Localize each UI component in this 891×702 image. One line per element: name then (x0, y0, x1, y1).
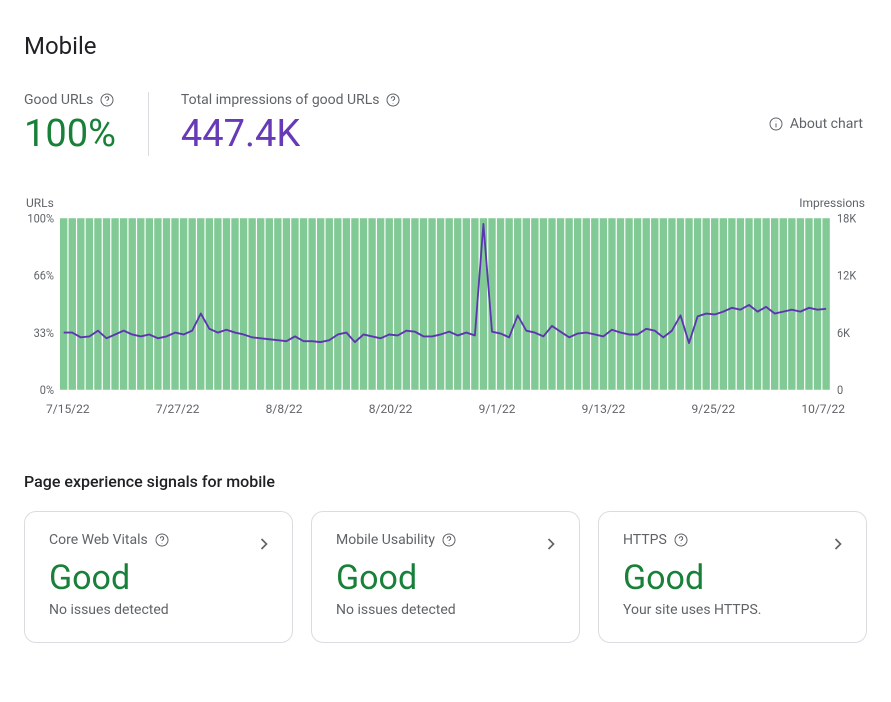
metric-good-urls-value: 100% (24, 114, 116, 156)
help-icon[interactable] (154, 532, 170, 548)
info-icon (768, 116, 784, 132)
svg-text:6K: 6K (837, 325, 851, 339)
svg-text:100%: 100% (27, 214, 54, 226)
chevron-right-icon (541, 534, 561, 554)
x-tick: 9/13/22 (582, 402, 626, 416)
about-chart-button[interactable]: About chart (764, 108, 867, 140)
help-icon[interactable] (673, 532, 689, 548)
chart: URLs Impressions 100% 18K 66% 12K 33% 6K 0% 0 7… (24, 196, 867, 416)
svg-text:33%: 33% (34, 325, 54, 339)
about-chart-label: About chart (790, 116, 863, 132)
card-core-web-vitals[interactable]: Core Web Vitals Good No issues detected (24, 511, 293, 643)
card-subtitle: No issues detected (336, 602, 555, 618)
help-icon[interactable] (99, 92, 115, 108)
help-icon[interactable] (385, 92, 401, 108)
card-subtitle: Your site uses HTTPS. (623, 602, 842, 618)
metric-impressions-value: 447.4K (181, 114, 402, 156)
card-title: Mobile Usability (336, 532, 435, 548)
metric-impressions-label: Total impressions of good URLs (181, 92, 380, 108)
card-subtitle: No issues detected (49, 602, 268, 618)
y-right-title: Impressions (799, 196, 865, 210)
x-axis: 7/15/22 7/27/22 8/8/22 8/20/22 9/1/22 9/13/22… (24, 402, 867, 416)
card-https[interactable]: HTTPS Good Your site uses HTTPS. (598, 511, 867, 643)
svg-text:18K: 18K (837, 214, 857, 226)
help-icon[interactable] (441, 532, 457, 548)
card-title: HTTPS (623, 532, 667, 548)
card-mobile-usability[interactable]: Mobile Usability Good No issues detected (311, 511, 580, 643)
metric-good-urls-label: Good URLs (24, 92, 93, 108)
card-status: Good (336, 558, 555, 598)
page-title: Mobile (24, 32, 867, 60)
chart-svg: 100% 18K 66% 12K 33% 6K 0% 0 (24, 214, 867, 394)
x-tick: 7/27/22 (156, 402, 200, 416)
y-left-title: URLs (26, 196, 54, 210)
x-tick: 10/7/22 (801, 402, 845, 416)
svg-text:0: 0 (837, 382, 843, 393)
x-tick: 8/8/22 (266, 402, 303, 416)
x-tick: 7/15/22 (46, 402, 90, 416)
metric-impressions: Total impressions of good URLs 447.4K (181, 92, 434, 156)
card-status: Good (49, 558, 268, 598)
x-tick: 9/1/22 (479, 402, 516, 416)
chevron-right-icon (254, 534, 274, 554)
signal-cards: Core Web Vitals Good No issues detected … (24, 511, 867, 643)
x-tick: 9/25/22 (692, 402, 736, 416)
metrics-row: Good URLs 100% Total impressions of good… (24, 92, 867, 156)
card-title: Core Web Vitals (49, 532, 148, 548)
chevron-right-icon (828, 534, 848, 554)
signals-title: Page experience signals for mobile (24, 472, 867, 491)
metric-good-urls: Good URLs 100% (24, 92, 149, 156)
svg-text:12K: 12K (837, 268, 857, 282)
card-status: Good (623, 558, 842, 598)
svg-text:0%: 0% (40, 382, 54, 393)
svg-text:66%: 66% (34, 268, 54, 282)
x-tick: 8/20/22 (369, 402, 413, 416)
